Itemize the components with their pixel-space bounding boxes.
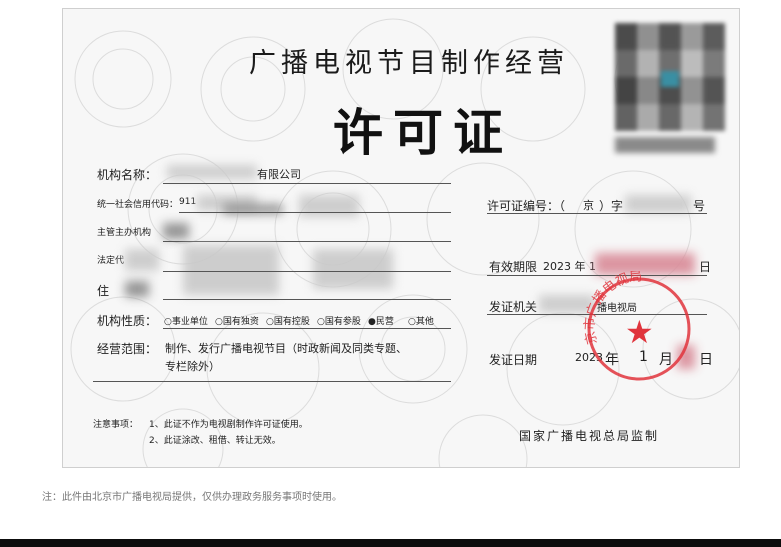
notes-label: 注意事项： — [93, 420, 139, 430]
issuer-label: 发证机关 — [489, 300, 538, 314]
divider — [163, 183, 451, 184]
address-label: 住 — [97, 284, 110, 298]
validity-label: 有效期限 — [489, 260, 538, 274]
divider — [163, 328, 451, 329]
divider — [163, 241, 451, 242]
footer-note: 注：此件由北京市广播电视局提供，仅供办理政务服务事项时使用。 — [42, 492, 342, 503]
license-no-mid: ）字 — [599, 199, 624, 213]
authority-label: 主管主办机构 — [97, 228, 152, 238]
bottom-bar — [0, 539, 781, 547]
qr-code-redacted — [615, 23, 725, 131]
divider — [487, 213, 707, 214]
redaction — [625, 195, 691, 213]
org-name-label: 机构名称： — [97, 168, 158, 182]
divider — [179, 212, 451, 213]
divider — [163, 271, 451, 272]
scope-value-line1: 制作、发行广播电视节目（时政新闻及同类专题、 — [165, 342, 407, 355]
scope-label: 经营范围： — [97, 342, 158, 356]
redaction — [183, 245, 279, 295]
supervisor-text: 国家广播电视总局监制 — [519, 429, 660, 443]
redaction — [313, 249, 393, 289]
redaction — [299, 195, 359, 217]
note-1: 1、此证不作为电视剧制作许可证使用。 — [149, 420, 308, 430]
credit-code-label: 统一社会信用代码： — [97, 200, 179, 210]
license-no-end: 号 — [693, 199, 706, 213]
issue-date-label: 发证日期 — [489, 353, 538, 367]
nature-option-selected: ●民营 — [368, 317, 394, 327]
license-no-label: 许可证编号：（ — [487, 199, 566, 213]
divider — [163, 299, 451, 300]
nature-option: ○其他 — [408, 317, 434, 327]
redaction — [163, 223, 189, 239]
license-no-region: 京 — [583, 199, 594, 212]
org-name-value: 有限公司 — [257, 168, 301, 181]
nature-label: 机构性质： — [97, 314, 158, 328]
scope-value-line2: 专栏除外） — [165, 360, 220, 373]
nature-option: ○国有参股 — [317, 317, 361, 327]
certificate-subtitle: 许可证 — [333, 103, 513, 162]
redaction — [125, 281, 149, 297]
credit-code-value: 911 — [179, 197, 197, 207]
nature-option: ○国有独资 — [215, 317, 259, 327]
nature-option: ○国有控股 — [266, 317, 310, 327]
redacted-caption — [615, 137, 715, 153]
redaction — [167, 165, 257, 179]
seal-star: ★ — [625, 313, 654, 351]
note-2: 2、此证涂改、租借、转让无效。 — [149, 436, 281, 446]
nature-option: ○事业单位 — [164, 317, 208, 327]
divider — [93, 381, 451, 382]
redaction — [125, 249, 159, 271]
certificate-title: 广播电视节目制作经营 — [249, 48, 569, 79]
official-seal: 京市广播电视局 ★ — [582, 271, 691, 381]
license-certificate: 广播电视节目制作经营 许可证 机构名称： 有限公司 统一社会信用代码： 911 … — [62, 8, 740, 468]
legal-rep-label: 法定代 — [97, 256, 125, 266]
